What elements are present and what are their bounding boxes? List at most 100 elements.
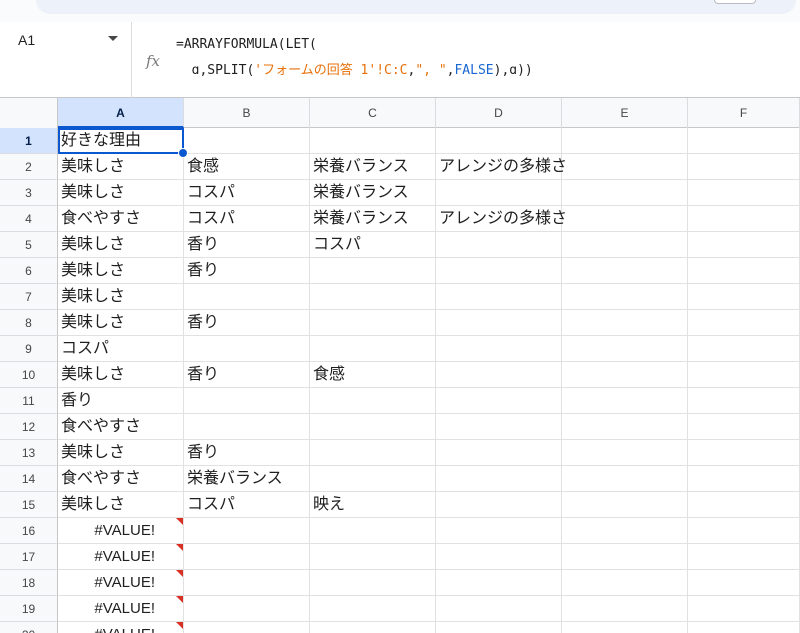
cell-b7[interactable] [184, 284, 310, 310]
row-header[interactable]: 16 [0, 518, 58, 544]
cell-a16[interactable]: #VALUE! [58, 518, 184, 544]
row-header[interactable]: 4 [0, 206, 58, 232]
cell-e19[interactable] [562, 596, 688, 622]
row-header[interactable]: 11 [0, 388, 58, 414]
cell-d14[interactable] [436, 466, 562, 492]
row-header[interactable]: 5 [0, 232, 58, 258]
cell-a14[interactable]: 食べやすさ [58, 466, 184, 492]
row-header[interactable]: 3 [0, 180, 58, 206]
cell-b11[interactable] [184, 388, 310, 414]
cell-d11[interactable] [436, 388, 562, 414]
column-header-a[interactable]: A [58, 98, 184, 128]
cell-d8[interactable] [436, 310, 562, 336]
cell-b8[interactable]: 香り [184, 310, 310, 336]
cell-b9[interactable] [184, 336, 310, 362]
cell-a4[interactable]: 食べやすさ [58, 206, 184, 232]
cell-f8[interactable] [688, 310, 800, 336]
cell-c3[interactable]: 栄養バランス [310, 180, 436, 206]
cell-c11[interactable] [310, 388, 436, 414]
cell-e18[interactable] [562, 570, 688, 596]
name-box[interactable]: A1 [0, 22, 132, 98]
cell-b19[interactable] [184, 596, 310, 622]
cell-d19[interactable] [436, 596, 562, 622]
cell-a10[interactable]: 美味しさ [58, 362, 184, 388]
cell-b16[interactable] [184, 518, 310, 544]
cell-f4[interactable] [688, 206, 800, 232]
row-header[interactable]: 10 [0, 362, 58, 388]
cell-a1[interactable]: 好きな理由 [58, 128, 184, 154]
cell-f11[interactable] [688, 388, 800, 414]
cell-f18[interactable] [688, 570, 800, 596]
spreadsheet-grid[interactable]: ABCDEF 1 好きな理由 2 美味しさ 食感 栄養バランス アレンジの多様さ 3 美味しさコ… [0, 98, 800, 633]
cell-a6[interactable]: 美味しさ [58, 258, 184, 284]
cell-e1[interactable] [562, 128, 688, 154]
cell-a19[interactable]: #VALUE! [58, 596, 184, 622]
cell-a9[interactable]: コスパ [58, 336, 184, 362]
cell-e14[interactable] [562, 466, 688, 492]
cell-b17[interactable] [184, 544, 310, 570]
cell-d4[interactable]: アレンジの多様さ [436, 206, 567, 232]
formula-input[interactable]: =ARRAYFORMULA(LET( ɑ,SPLIT('フォームの回答 1'!C… [176, 32, 533, 84]
cell-f10[interactable] [688, 362, 800, 388]
error-flag-icon[interactable] [176, 544, 183, 551]
cell-e10[interactable] [562, 362, 688, 388]
error-flag-icon[interactable] [176, 596, 183, 603]
cell-c14[interactable] [310, 466, 436, 492]
row-header[interactable]: 17 [0, 544, 58, 570]
cell-d5[interactable] [436, 232, 562, 258]
row-header[interactable]: 15 [0, 492, 58, 518]
cell-a7[interactable]: 美味しさ [58, 284, 184, 310]
error-flag-icon[interactable] [176, 570, 183, 577]
cell-b12[interactable] [184, 414, 310, 440]
row-header[interactable]: 8 [0, 310, 58, 336]
search-pill[interactable] [36, 0, 796, 14]
column-header-c[interactable]: C [310, 98, 436, 128]
cell-e5[interactable] [562, 232, 688, 258]
row-header[interactable]: 14 [0, 466, 58, 492]
cell-c8[interactable] [310, 310, 436, 336]
row-header[interactable]: 6 [0, 258, 58, 284]
error-flag-icon[interactable] [176, 622, 183, 629]
cell-e13[interactable] [562, 440, 688, 466]
cell-b14[interactable]: 栄養バランス [184, 466, 310, 492]
cell-c2[interactable]: 栄養バランス [310, 154, 436, 180]
cell-f1[interactable] [688, 128, 800, 154]
column-header-e[interactable]: E [562, 98, 688, 128]
cell-a17[interactable]: #VALUE! [58, 544, 184, 570]
cell-c15[interactable]: 映え [310, 492, 436, 518]
cell-c1[interactable] [310, 128, 436, 154]
cell-b5[interactable]: 香り [184, 232, 310, 258]
cell-a2[interactable]: 美味しさ [58, 154, 184, 180]
cell-d1[interactable] [436, 128, 562, 154]
cell-e2[interactable] [562, 154, 688, 180]
cell-b20[interactable] [184, 622, 310, 633]
cell-a18[interactable]: #VALUE! [58, 570, 184, 596]
cell-e17[interactable] [562, 544, 688, 570]
cell-f12[interactable] [688, 414, 800, 440]
cell-d7[interactable] [436, 284, 562, 310]
row-header[interactable]: 18 [0, 570, 58, 596]
cell-d15[interactable] [436, 492, 562, 518]
cell-e16[interactable] [562, 518, 688, 544]
column-header-b[interactable]: B [184, 98, 310, 128]
cell-d2[interactable]: アレンジの多様さ [436, 154, 567, 180]
cell-e4[interactable] [562, 206, 688, 232]
column-header-d[interactable]: D [436, 98, 562, 128]
cell-f2[interactable] [688, 154, 800, 180]
cell-a12[interactable]: 食べやすさ [58, 414, 184, 440]
cell-c4[interactable]: 栄養バランス [310, 206, 436, 232]
cell-b3[interactable]: コスパ [184, 180, 310, 206]
cell-e3[interactable] [562, 180, 688, 206]
cell-c7[interactable] [310, 284, 436, 310]
cell-b13[interactable]: 香り [184, 440, 310, 466]
row-header[interactable]: 2 [0, 154, 58, 180]
cell-e20[interactable] [562, 622, 688, 633]
cell-c18[interactable] [310, 570, 436, 596]
cell-f6[interactable] [688, 258, 800, 284]
cell-a15[interactable]: 美味しさ [58, 492, 184, 518]
cell-a5[interactable]: 美味しさ [58, 232, 184, 258]
cell-d3[interactable] [436, 180, 562, 206]
cell-a20[interactable]: #VALUE! [58, 622, 184, 633]
cell-b2[interactable]: 食感 [184, 154, 310, 180]
row-header[interactable]: 13 [0, 440, 58, 466]
